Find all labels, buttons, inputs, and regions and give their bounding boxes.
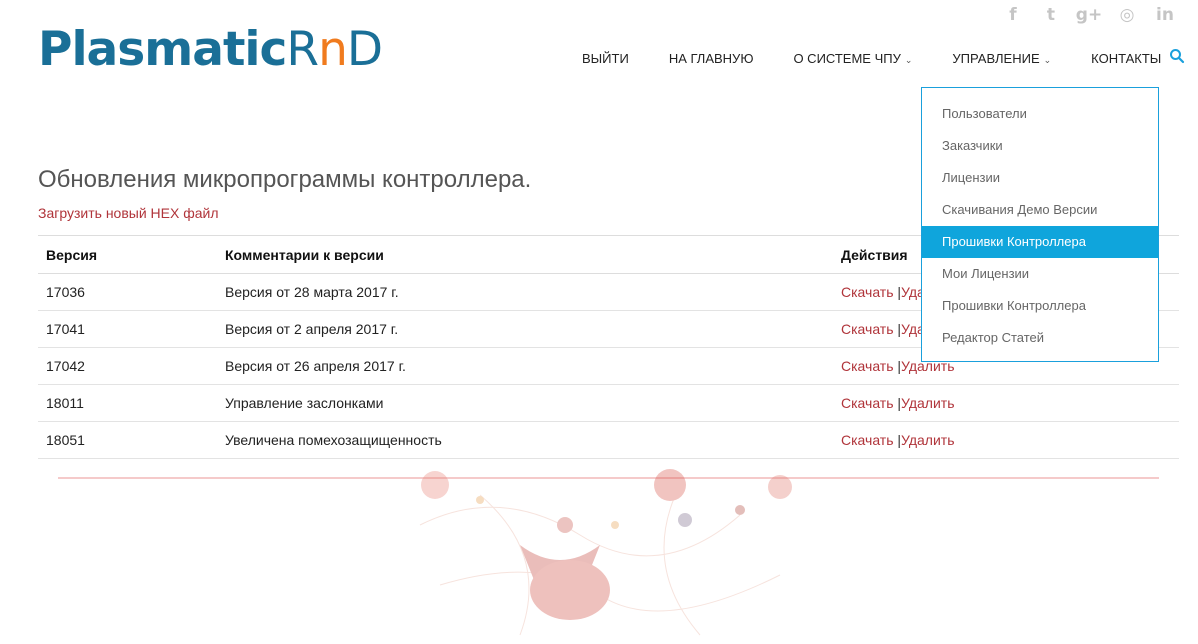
delete-link[interactable]: Удалить [901, 395, 954, 411]
dribbble-icon[interactable]: ◎ [1108, 5, 1146, 25]
chevron-down-icon: ⌄ [1043, 54, 1052, 65]
dropdown-item-controller-firmware-active[interactable]: Прошивки Контроллера [922, 226, 1158, 258]
column-header-version: Версия [38, 235, 217, 274]
chevron-down-icon: ⌄ [904, 54, 913, 65]
nav-about-label: О СИСТЕМЕ ЧПУ [793, 50, 901, 66]
action-separator: | [893, 284, 902, 300]
table-row: 18051 Увеличена помехозащищенность Скача… [38, 421, 1179, 459]
cell-version: 17042 [38, 347, 217, 385]
main-nav: ВЫЙТИ НА ГЛАВНУЮ О СИСТЕМЕ ЧПУ ⌄ УПРАВЛЕН… [562, 48, 1181, 68]
twitter-icon[interactable]: t [1032, 5, 1070, 25]
cell-version: 18011 [38, 384, 217, 422]
nav-manage-label: УПРАВЛЕНИЕ [952, 50, 1040, 66]
column-header-comment: Комментарии к версии [217, 235, 833, 274]
site-logo[interactable]: PlasmaticRnD [38, 22, 383, 77]
action-separator: | [893, 321, 902, 337]
cell-comment: Увеличена помехозащищенность [217, 421, 833, 459]
download-link[interactable]: Скачать [841, 432, 894, 448]
download-link[interactable]: Скачать [841, 358, 894, 374]
nav-contacts[interactable]: КОНТАКТЫ [1091, 51, 1161, 66]
page-title: Обновления микропрограммы контроллера. [38, 166, 532, 193]
dropdown-item-customers[interactable]: Заказчики [922, 130, 1158, 162]
action-separator: | [893, 432, 902, 448]
dropdown-item-controller-firmware[interactable]: Прошивки Контроллера [922, 290, 1158, 322]
dropdown-item-licenses[interactable]: Лицензии [922, 162, 1158, 194]
cell-version: 18051 [38, 421, 217, 459]
decorative-background-illustration [419, 469, 792, 636]
action-separator: | [893, 358, 902, 374]
logo-text: Plasmatic [38, 22, 287, 77]
google-plus-icon[interactable]: g+ [1070, 5, 1108, 25]
nav-home[interactable]: НА ГЛАВНУЮ [669, 51, 754, 66]
linkedin-icon[interactable]: in [1146, 5, 1184, 25]
cell-version: 17041 [38, 310, 217, 348]
cell-comment: Версия от 2 апреля 2017 г. [217, 310, 833, 348]
dropdown-item-my-licenses[interactable]: Мои Лицензии [922, 258, 1158, 290]
dropdown-item-users[interactable]: Пользователи [922, 98, 1158, 130]
download-link[interactable]: Скачать [841, 395, 894, 411]
download-link[interactable]: Скачать [841, 321, 894, 337]
cell-actions: Скачать |Удалить [833, 384, 1179, 422]
cell-actions: Скачать |Удалить [833, 421, 1179, 459]
nav-manage[interactable]: УПРАВЛЕНИЕ ⌄ [952, 51, 1051, 66]
cell-comment: Версия от 28 марта 2017 г. [217, 273, 833, 311]
table-row: 18011 Управление заслонками Скачать |Уда… [38, 384, 1179, 422]
manage-dropdown-menu: Пользователи Заказчики Лицензии Скачиван… [921, 87, 1159, 362]
nav-logout[interactable]: ВЫЙТИ [582, 51, 629, 66]
cell-comment: Управление заслонками [217, 384, 833, 422]
nav-about[interactable]: О СИСТЕМЕ ЧПУ ⌄ [793, 51, 912, 66]
logo-n: n [318, 22, 348, 77]
search-icon[interactable] [1169, 48, 1185, 64]
logo-d: D [346, 22, 383, 77]
action-separator: | [893, 395, 902, 411]
cell-comment: Версия от 26 апреля 2017 г. [217, 347, 833, 385]
delete-link[interactable]: Удалить [901, 432, 954, 448]
cell-version: 17036 [38, 273, 217, 311]
upload-hex-link[interactable]: Загрузить новый HEX файл [38, 205, 219, 221]
download-link[interactable]: Скачать [841, 284, 894, 300]
social-links: f t g+ ◎ in [994, 5, 1184, 25]
logo-r: R [286, 22, 319, 77]
dropdown-item-article-editor[interactable]: Редактор Статей [922, 322, 1158, 354]
dropdown-item-demo-downloads[interactable]: Скачивания Демо Версии [922, 194, 1158, 226]
facebook-icon[interactable]: f [994, 5, 1032, 25]
